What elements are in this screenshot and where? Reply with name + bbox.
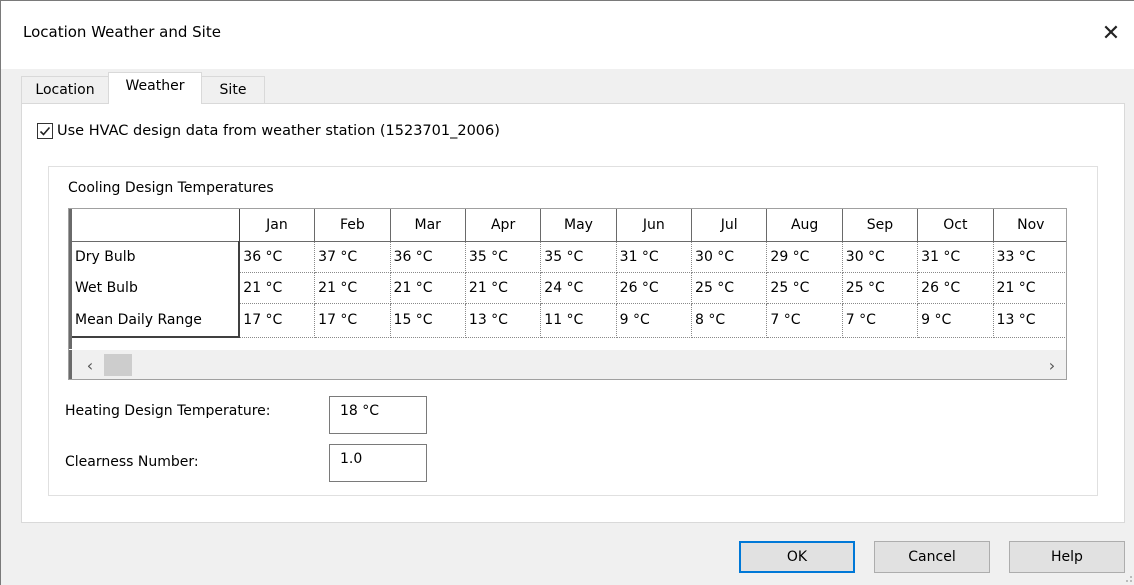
row-header: Wet Bulb [72, 272, 241, 303]
column-header: May [540, 209, 617, 242]
column-header: Nov [993, 209, 1066, 242]
grid-cell[interactable]: 30 °C [842, 240, 919, 273]
grid-cell[interactable]: 26 °C [917, 272, 994, 304]
table-row-wet-bulb: Wet Bulb 21 °C 21 °C 21 °C 21 °C 24 °C 2… [72, 272, 1066, 304]
grid-cell[interactable]: 25 °C [842, 272, 919, 304]
table-row-mean-daily-range: Mean Daily Range 17 °C 17 °C 15 °C 13 °C… [72, 303, 1066, 338]
grid-cell[interactable]: 9 °C [616, 303, 693, 338]
chevron-left-icon: ‹ [86, 355, 94, 375]
clearness-number-value: 1.0 [340, 451, 363, 467]
grid-cell[interactable]: 24 °C [540, 272, 617, 304]
grid-cell[interactable]: 37 °C [314, 240, 391, 273]
grid-cell[interactable]: 7 °C [842, 303, 919, 338]
grid-cell[interactable]: 11 °C [540, 303, 617, 338]
grid-cell[interactable]: 21 °C [390, 272, 466, 304]
close-button[interactable]: ✕ [1093, 15, 1129, 51]
column-header: Jul [691, 209, 768, 242]
grid-cell[interactable]: 33 °C [993, 240, 1066, 273]
grid-cell[interactable]: 36 °C [390, 240, 466, 273]
grid-cell[interactable]: 31 °C [917, 240, 994, 273]
heating-design-temperature-label: Heating Design Temperature: [65, 403, 271, 419]
cooling-temperatures-grid: Jan Feb Mar Apr May Jun Jul Aug Sep Oct … [68, 208, 1067, 380]
tab-weather[interactable]: Weather [108, 72, 202, 104]
grid-cell[interactable]: 17 °C [314, 303, 391, 338]
title-bar: Location Weather and Site ✕ [1, 1, 1134, 69]
grid-cell[interactable]: 31 °C [616, 240, 693, 273]
scroll-thumb[interactable] [104, 354, 132, 376]
column-header: Aug [766, 209, 843, 242]
cooling-temperatures-table: Jan Feb Mar Apr May Jun Jul Aug Sep Oct … [72, 209, 1066, 338]
tab-location-label: Location [35, 82, 95, 98]
ok-button[interactable]: OK [739, 541, 855, 573]
grid-cell[interactable]: 13 °C [465, 303, 542, 338]
grid-cell[interactable]: 35 °C [465, 240, 542, 273]
heating-design-temperature-value: 18 °C [340, 403, 380, 419]
grid-cell[interactable]: 8 °C [691, 303, 768, 338]
chevron-right-icon: › [1048, 355, 1056, 375]
column-header: Sep [842, 209, 919, 242]
grid-cell[interactable]: 17 °C [239, 303, 316, 338]
table-row-dry-bulb: Dry Bulb 36 °C 37 °C 36 °C 35 °C 35 °C 3… [72, 240, 1066, 273]
row-header: Mean Daily Range [72, 303, 241, 338]
column-header: Oct [917, 209, 994, 242]
use-station-data-option[interactable]: Use HVAC design data from weather statio… [37, 123, 500, 139]
grid-cell[interactable]: 25 °C [691, 272, 768, 304]
heating-design-temperature-field[interactable]: 18 °C [329, 396, 427, 434]
grid-cell[interactable]: 21 °C [314, 272, 391, 304]
dialog-title: Location Weather and Site [23, 23, 221, 41]
tab-site[interactable]: Site [201, 76, 265, 103]
tab-location[interactable]: Location [21, 76, 109, 103]
help-button[interactable]: Help [1009, 541, 1125, 573]
clearness-number-field[interactable]: 1.0 [329, 444, 427, 482]
resize-grip-icon[interactable] [1121, 571, 1133, 583]
grid-cell[interactable]: 29 °C [766, 240, 843, 273]
grid-corner-cell [72, 209, 240, 242]
grid-cell[interactable]: 21 °C [993, 272, 1066, 304]
tab-weather-label: Weather [125, 78, 185, 94]
checkmark-icon [39, 126, 51, 136]
help-button-label: Help [1051, 549, 1083, 565]
use-station-data-checkbox[interactable] [37, 123, 53, 139]
clearness-number-label: Clearness Number: [65, 454, 199, 470]
scroll-left-button[interactable]: ‹ [80, 355, 100, 375]
grid-cell[interactable]: 35 °C [540, 240, 617, 273]
cancel-button-label: Cancel [908, 549, 956, 565]
grid-cell[interactable]: 25 °C [766, 272, 843, 304]
grid-cell[interactable]: 7 °C [766, 303, 843, 338]
cooling-group-label: Cooling Design Temperatures [68, 180, 274, 196]
grid-cell[interactable]: 21 °C [465, 272, 542, 304]
grid-cell[interactable]: 15 °C [390, 303, 466, 338]
ok-button-label: OK [786, 549, 808, 565]
column-header: Mar [390, 209, 466, 242]
column-header: Feb [314, 209, 391, 242]
grid-cell[interactable]: 13 °C [993, 303, 1066, 338]
grid-cell[interactable]: 36 °C [239, 240, 316, 273]
tab-site-label: Site [219, 82, 247, 98]
grid-cell[interactable]: 21 °C [239, 272, 316, 304]
grid-body: Jan Feb Mar Apr May Jun Jul Aug Sep Oct … [69, 209, 1066, 349]
grid-cell[interactable]: 26 °C [616, 272, 693, 304]
column-header: Jun [616, 209, 693, 242]
cancel-button[interactable]: Cancel [874, 541, 990, 573]
grid-header-row: Jan Feb Mar Apr May Jun Jul Aug Sep Oct … [72, 209, 1066, 242]
row-header: Dry Bulb [72, 240, 241, 272]
grid-cell[interactable]: 30 °C [691, 240, 768, 273]
location-weather-site-dialog: Location Weather and Site ✕ Location Wea… [0, 0, 1134, 585]
column-header: Apr [465, 209, 542, 242]
grid-cell[interactable]: 9 °C [917, 303, 994, 338]
scroll-right-button[interactable]: › [1042, 355, 1062, 375]
use-station-data-label: Use HVAC design data from weather statio… [57, 123, 500, 139]
close-icon: ✕ [1101, 20, 1121, 46]
horizontal-scrollbar[interactable]: ‹ › [69, 350, 1066, 379]
column-header: Jan [239, 209, 316, 242]
